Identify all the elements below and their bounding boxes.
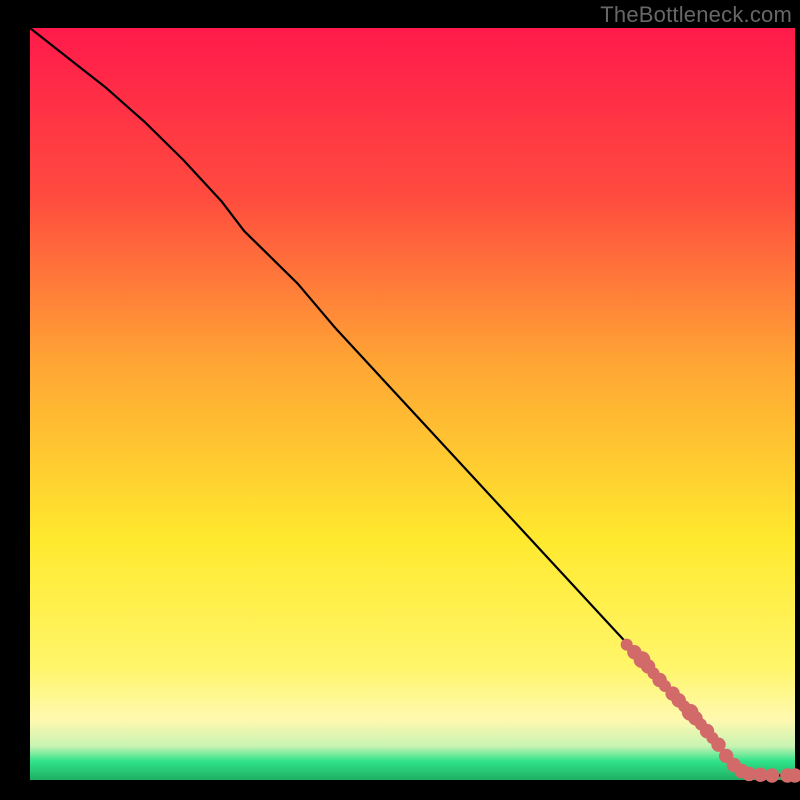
plot-background [30,28,795,780]
watermark-text: TheBottleneck.com [600,2,792,28]
scatter-point [765,768,779,782]
chart-frame: TheBottleneck.com [0,0,800,800]
chart-svg [0,0,800,800]
